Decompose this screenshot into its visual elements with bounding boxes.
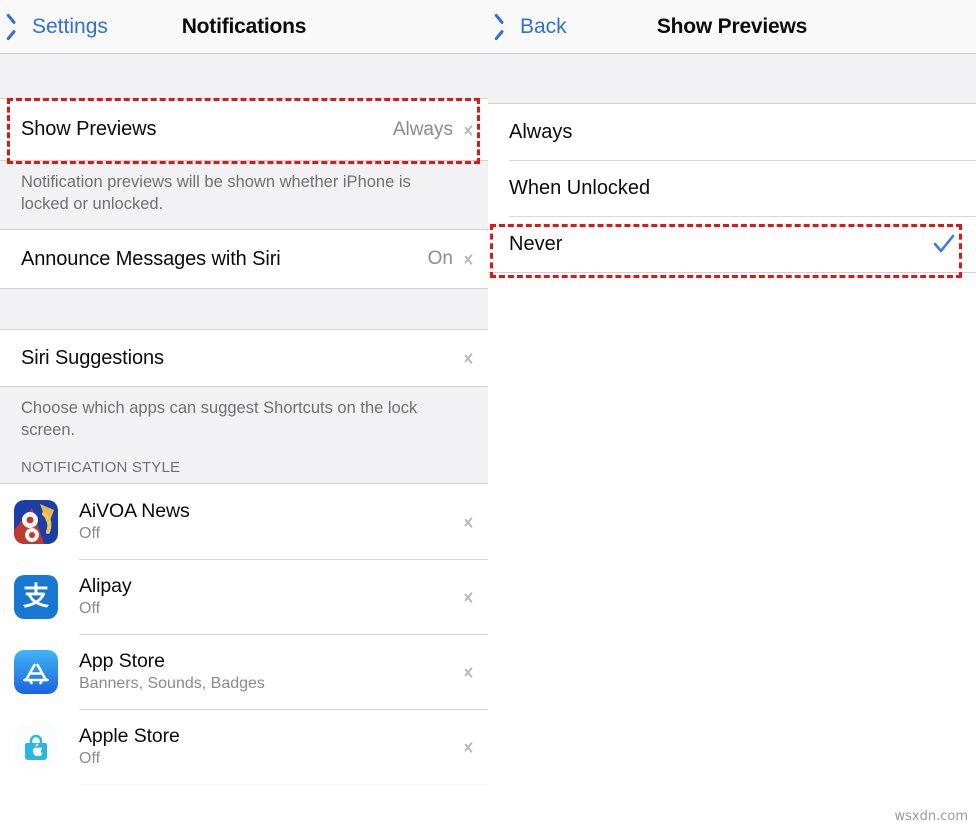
dual-screenshot-container: Settings Notifications Show Previews Alw… bbox=[0, 0, 976, 829]
announce-messages-label: Announce Messages with Siri bbox=[21, 247, 281, 270]
option-label: Never bbox=[509, 232, 563, 255]
app-row-alipay[interactable]: 支 Alipay Off bbox=[0, 559, 488, 634]
chevron-right-icon bbox=[465, 739, 474, 755]
app-name: Apple Store bbox=[79, 724, 180, 747]
siri-suggestions-footnote: Choose which apps can suggest Shortcuts … bbox=[0, 387, 488, 445]
siri-suggestions-group: Siri Suggestions bbox=[0, 329, 488, 387]
page-title: Show Previews bbox=[656, 14, 808, 38]
app-status: Banners, Sounds, Badges bbox=[79, 674, 265, 692]
siri-suggestions-label: Siri Suggestions bbox=[21, 346, 164, 369]
alipay-app-icon: 支 bbox=[14, 574, 58, 619]
always-option-row[interactable]: Always bbox=[488, 104, 976, 160]
app-text-aivoa-news: AiVOA News Off bbox=[79, 499, 465, 545]
option-label: Always bbox=[509, 120, 573, 143]
show-previews-label: Show Previews bbox=[21, 118, 157, 140]
app-name: Alipay bbox=[79, 574, 132, 597]
notification-style-header: NOTIFICATION STYLE bbox=[0, 445, 488, 483]
show-previews-group: Show Previews Always bbox=[0, 99, 488, 161]
checkmark-icon bbox=[932, 232, 956, 256]
app-row-app-store[interactable]: App Store Banners, Sounds, Badges bbox=[0, 634, 488, 709]
section-spacer bbox=[0, 289, 488, 329]
page-title: Notifications bbox=[181, 14, 307, 38]
app-status: Off bbox=[79, 524, 101, 542]
notifications-settings-screen: Settings Notifications Show Previews Alw… bbox=[0, 0, 488, 829]
option-label: When Unlocked bbox=[509, 176, 651, 199]
app-status: Off bbox=[79, 749, 101, 767]
never-option-row[interactable]: Never bbox=[488, 216, 976, 272]
preview-options-group: Always When Unlocked Never bbox=[488, 104, 976, 273]
announce-messages-row[interactable]: Announce Messages with Siri On bbox=[0, 230, 488, 288]
show-previews-value: Always bbox=[392, 118, 453, 140]
app-text-app-store: App Store Banners, Sounds, Badges bbox=[79, 649, 465, 695]
right-navbar: Back Show Previews bbox=[488, 0, 976, 54]
show-previews-footnote: Notification previews will be shown whet… bbox=[0, 161, 488, 229]
top-spacer bbox=[0, 54, 488, 99]
app-name: AiVOA News bbox=[79, 499, 190, 522]
aivoa-news-app-icon bbox=[14, 499, 58, 544]
announce-messages-value: On bbox=[427, 248, 453, 269]
siri-suggestions-row[interactable]: Siri Suggestions bbox=[0, 330, 488, 386]
app-text-alipay: Alipay Off bbox=[79, 574, 465, 620]
chevron-right-icon bbox=[465, 664, 474, 680]
notification-style-app-list: AiVOA News Off 支 Alipay Off App Store Ba… bbox=[0, 483, 488, 829]
app-status: Off bbox=[79, 599, 101, 617]
top-spacer bbox=[488, 54, 976, 104]
app-store-app-icon bbox=[14, 649, 58, 694]
show-previews-options-screen: Back Show Previews Always When Unlocked … bbox=[488, 0, 976, 829]
chevron-right-icon bbox=[465, 514, 474, 530]
watermark: wsxdn.com bbox=[894, 809, 969, 824]
apple-store-app-icon bbox=[14, 724, 58, 769]
app-row-aivoa-news[interactable]: AiVOA News Off bbox=[0, 484, 488, 559]
app-text-apple-store: Apple Store Off bbox=[79, 724, 465, 770]
chevron-right-icon bbox=[465, 350, 474, 366]
app-name: App Store bbox=[79, 649, 165, 672]
app-row-partial-next[interactable] bbox=[0, 784, 488, 829]
svg-text:支: 支 bbox=[23, 582, 49, 612]
when-unlocked-option-row[interactable]: When Unlocked bbox=[488, 160, 976, 216]
chevron-right-icon bbox=[465, 589, 474, 605]
app-row-apple-store[interactable]: Apple Store Off bbox=[0, 709, 488, 784]
chevron-right-icon bbox=[465, 251, 474, 267]
left-navbar: Settings Notifications bbox=[0, 0, 488, 54]
announce-messages-group: Announce Messages with Siri On bbox=[0, 229, 488, 289]
chevron-right-icon bbox=[465, 122, 474, 138]
partial-app-icon bbox=[14, 800, 58, 829]
show-previews-row[interactable]: Show Previews Always bbox=[0, 99, 488, 160]
